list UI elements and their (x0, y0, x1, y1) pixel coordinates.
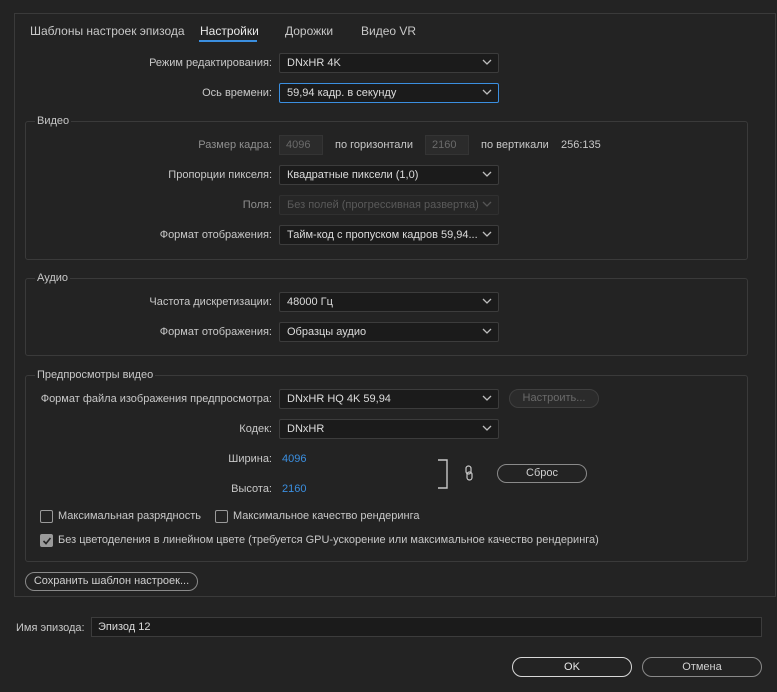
max-render-quality-label: Максимальное качество рендеринга (233, 510, 420, 522)
linear-color-checkbox[interactable] (40, 534, 53, 547)
video-group-title: Видео (35, 115, 72, 127)
pixel-aspect-dropdown[interactable]: Квадратные пиксели (1,0) (279, 165, 499, 185)
editing-mode-label: Режим редактирования: (149, 57, 272, 69)
chevron-down-icon (482, 169, 492, 179)
editing-mode-value: DNxHR 4K (287, 57, 341, 69)
max-render-quality-checkbox[interactable] (215, 510, 228, 523)
vertical-label: по вертикали (481, 139, 549, 151)
preview-height-value[interactable]: 2160 (282, 483, 306, 495)
codec-label: Кодек: (239, 423, 272, 435)
timebase-value: 59,94 кадр. в секунду (287, 87, 397, 99)
link-bracket-icon (437, 459, 449, 492)
timebase-label: Ось времени: (202, 87, 272, 99)
chevron-down-icon (482, 296, 492, 306)
preview-width-label: Ширина: (228, 453, 272, 465)
tab-sequence-presets[interactable]: Шаблоны настроек эпизода (30, 24, 185, 38)
tab-tracks[interactable]: Дорожки (285, 24, 333, 38)
chevron-down-icon (482, 229, 492, 239)
preview-file-format-label: Формат файла изображения предпросмотра: (40, 393, 272, 405)
video-display-format-label: Формат отображения: (159, 229, 272, 241)
codec-dropdown[interactable]: DNxHR (279, 419, 499, 439)
timebase-dropdown[interactable]: 59,94 кадр. в секунду (279, 83, 499, 103)
save-preset-button[interactable]: Сохранить шаблон настроек... (25, 572, 198, 591)
audio-group (25, 278, 748, 356)
audio-group-title: Аудио (35, 272, 71, 284)
preview-height-label: Высота: (231, 483, 272, 495)
horizontal-label: по горизонтали (335, 139, 413, 151)
fields-dropdown[interactable]: Без полей (прогрессивная развертка) (279, 195, 499, 215)
audio-display-format-label: Формат отображения: (159, 326, 272, 338)
sample-rate-value: 48000 Гц (287, 296, 333, 308)
cancel-button[interactable]: Отмена (642, 657, 762, 677)
checkmark-icon (42, 537, 52, 545)
fields-label: Поля: (242, 199, 272, 211)
audio-display-format-value: Образцы аудио (287, 326, 367, 338)
editing-mode-dropdown[interactable]: DNxHR 4K (279, 53, 499, 73)
chevron-down-icon (482, 199, 492, 209)
chevron-down-icon (482, 423, 492, 433)
max-bit-depth-label: Максимальная разрядность (58, 510, 202, 522)
chevron-down-icon (482, 57, 492, 67)
chain-link-icon[interactable] (464, 465, 474, 484)
sequence-name-input[interactable]: Эпизод 12 (91, 617, 762, 637)
chevron-down-icon (482, 326, 492, 336)
max-bit-depth-checkbox[interactable] (40, 510, 53, 523)
codec-value: DNxHR (287, 423, 325, 435)
preview-width-value[interactable]: 4096 (282, 453, 306, 465)
pixel-aspect-value: Квадратные пиксели (1,0) (287, 169, 419, 181)
frame-size-label: Размер кадра: (198, 139, 272, 151)
pixel-aspect-label: Пропорции пикселя: (168, 169, 272, 181)
sample-rate-dropdown[interactable]: 48000 Гц (279, 292, 499, 312)
reset-button[interactable]: Сброс (497, 464, 587, 483)
chevron-down-icon (482, 87, 492, 97)
video-display-format-dropdown[interactable]: Тайм-код с пропуском кадров 59,94... (279, 225, 499, 245)
active-tab-indicator (199, 40, 257, 42)
sequence-name-label: Имя эпизода: (16, 622, 85, 634)
ok-button[interactable]: OK (512, 657, 632, 677)
audio-display-format-dropdown[interactable]: Образцы аудио (279, 322, 499, 342)
tab-settings[interactable]: Настройки (200, 24, 259, 38)
video-display-format-value: Тайм-код с пропуском кадров 59,94... (287, 229, 478, 241)
aspect-ratio-value: 256:135 (561, 139, 601, 151)
video-previews-group-title: Предпросмотры видео (35, 369, 156, 381)
sample-rate-label: Частота дискретизации: (149, 296, 272, 308)
frame-width-field[interactable]: 4096 (279, 135, 323, 155)
preview-file-format-dropdown[interactable]: DNxHR HQ 4K 59,94 (279, 389, 499, 409)
fields-value: Без полей (прогрессивная развертка) (287, 199, 479, 211)
linear-color-label: Без цветоделения в линейном цвете (требу… (58, 534, 599, 546)
tab-vr-video[interactable]: Видео VR (361, 24, 416, 38)
configure-button[interactable]: Настроить... (509, 389, 599, 408)
preview-file-format-value: DNxHR HQ 4K 59,94 (287, 393, 391, 405)
frame-height-field[interactable]: 2160 (425, 135, 469, 155)
chevron-down-icon (482, 393, 492, 403)
